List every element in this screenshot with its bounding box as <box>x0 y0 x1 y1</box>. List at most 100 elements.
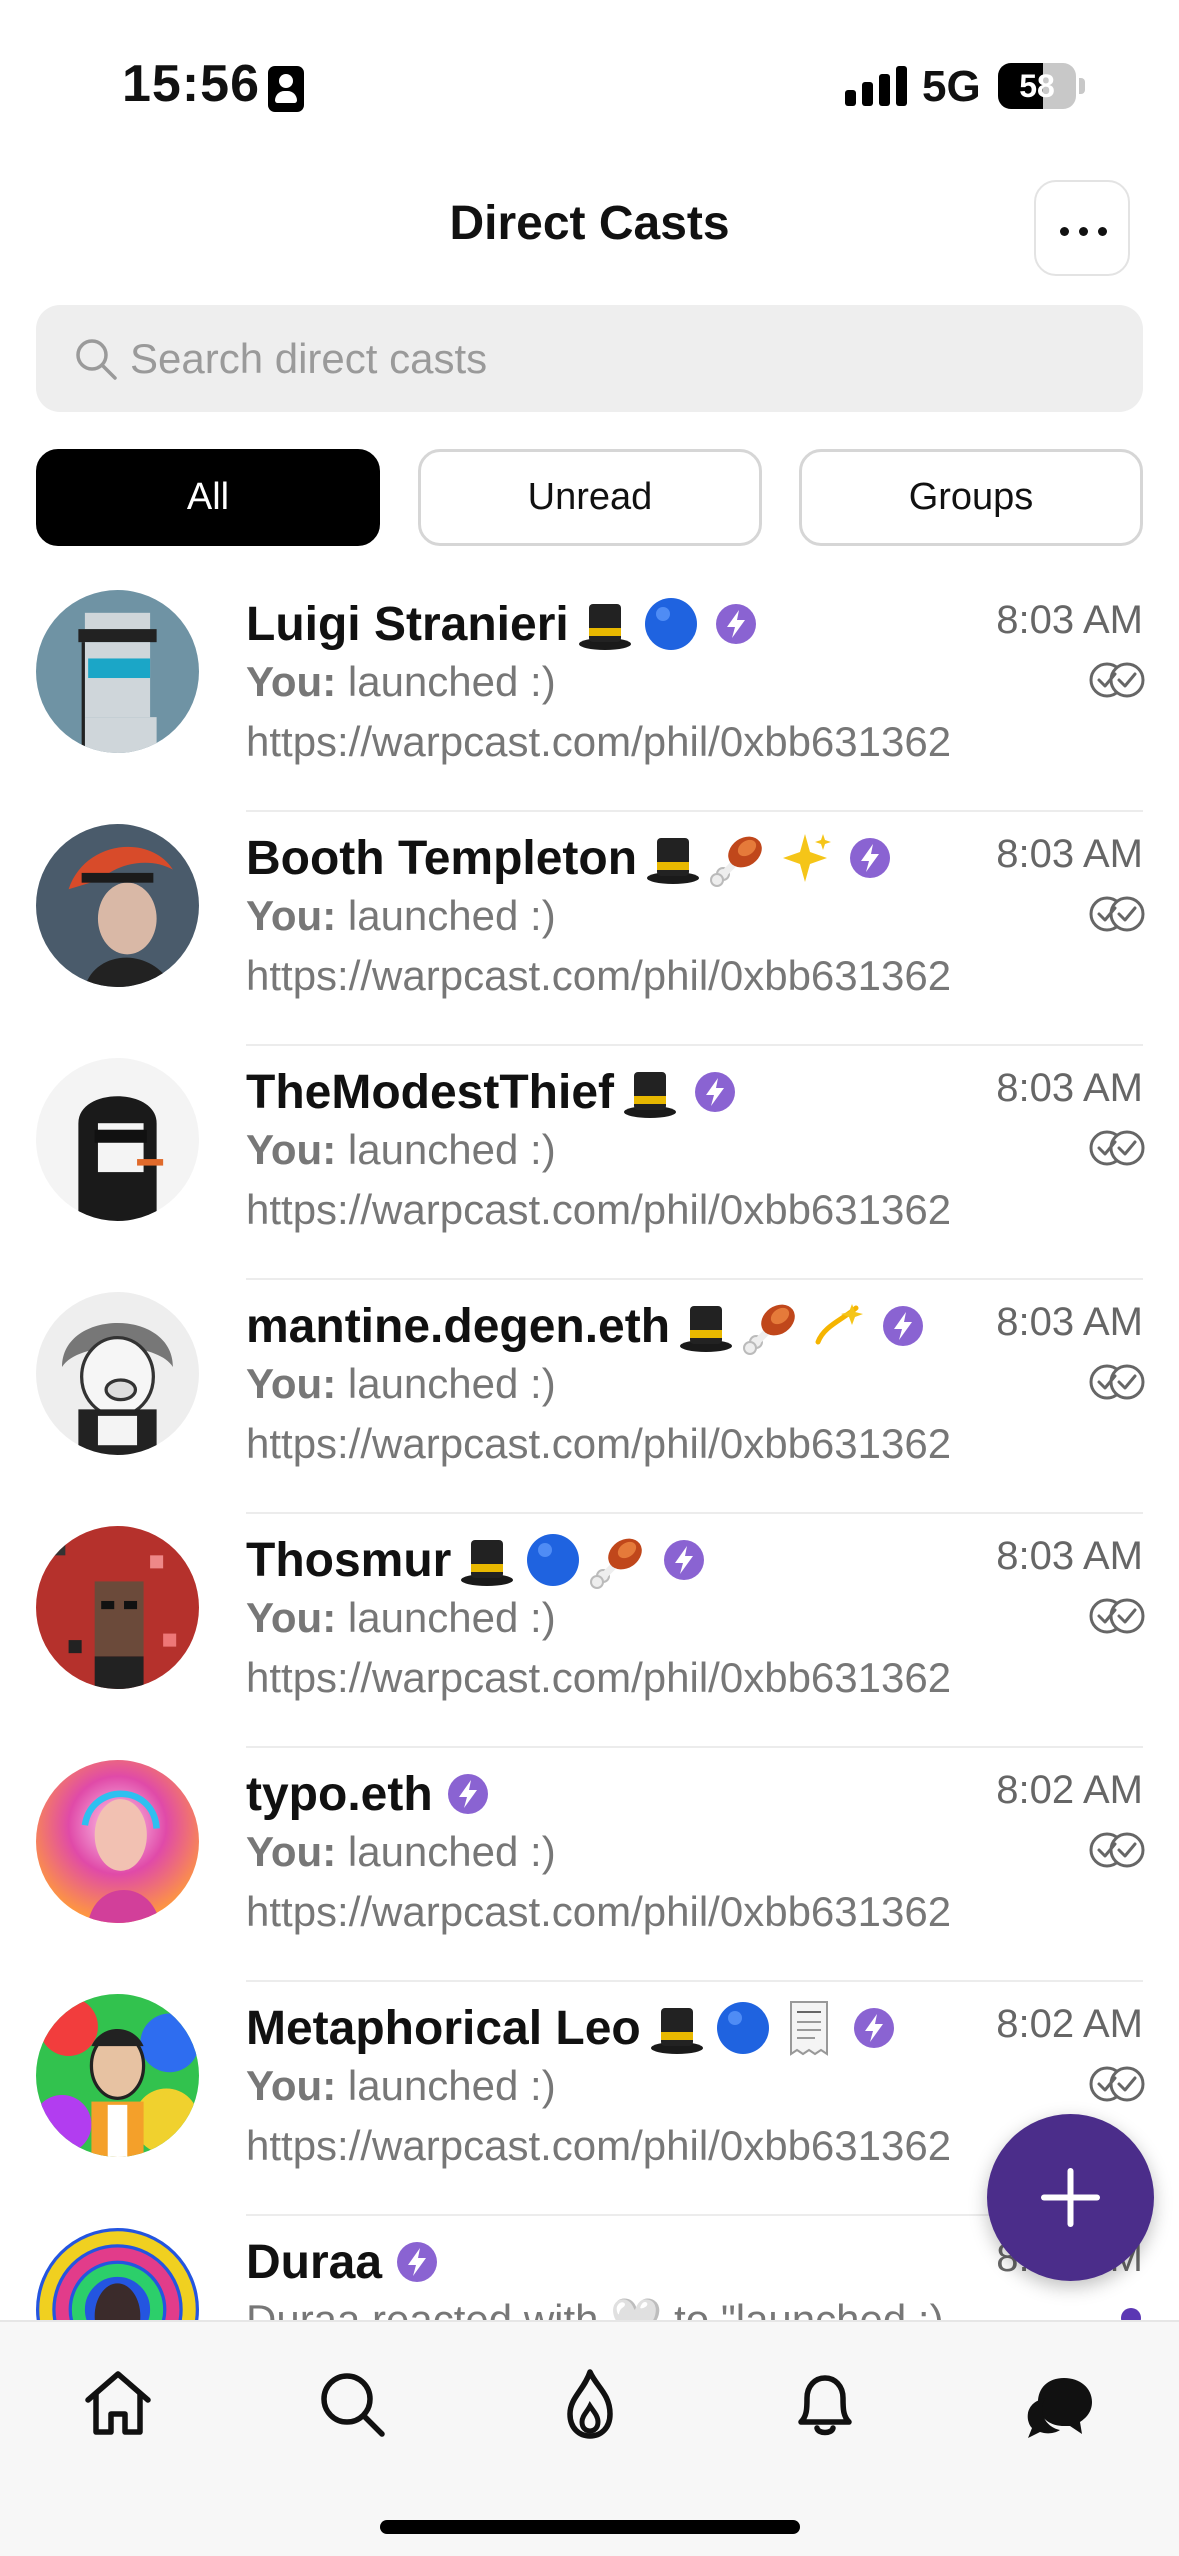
search-icon <box>321 2373 385 2437</box>
verified-badge-icon <box>447 1773 489 1815</box>
unread-dot-icon <box>1087 2298 1147 2320</box>
timestamp: 8:02 AM <box>996 2002 1143 2046</box>
message-text: launched :) <box>347 2062 556 2109</box>
battery-level: 58 <box>1019 68 1055 104</box>
plus-icon <box>1041 2168 1100 2227</box>
message-text: launched :) <box>347 1828 556 1875</box>
nav-trending[interactable] <box>550 2364 630 2444</box>
nav-home[interactable] <box>78 2364 158 2444</box>
contact-name: Metaphorical Leo <box>246 2001 641 2055</box>
conversation-row[interactable]: Booth Templeton 8:03 AM You: launched :)… <box>0 814 1179 1046</box>
timestamp: 8:03 AM <box>996 598 1143 642</box>
message-link: https://warpcast.com/phil/0xbb631362 <box>246 1420 952 1467</box>
name-line: mantine.degen.eth <box>246 1296 924 1356</box>
message-link: https://warpcast.com/phil/0xbb631362 <box>246 952 952 999</box>
message-text: launched :) <box>347 1126 556 1173</box>
conversation-list: Luigi Stranieri 8:03 AM You: launched :)… <box>0 580 1179 2320</box>
top-hat-icon <box>457 1530 517 1590</box>
ellipsis-icon <box>1098 227 1107 236</box>
contact-card-icon <box>268 66 304 112</box>
receipt-icon <box>779 1998 839 2058</box>
contact-name: typo.eth <box>246 1767 433 1821</box>
battery-icon: 58 <box>998 63 1076 109</box>
sender-label: You: <box>246 1594 337 1641</box>
nav-notifications[interactable] <box>785 2364 865 2444</box>
contact-name: mantine.degen.eth <box>246 1299 671 1353</box>
read-receipt-icon <box>1087 2064 1147 2104</box>
contact-name: Luigi Stranieri <box>246 597 569 651</box>
conversation-row[interactable]: TheModestThief 8:03 AM You: launched :) … <box>0 1048 1179 1280</box>
verified-badge-icon <box>853 2007 895 2049</box>
divider <box>246 1512 1143 1514</box>
avatar[interactable] <box>36 824 199 987</box>
top-hat-icon <box>620 1062 680 1122</box>
conversation-row[interactable]: mantine.degen.eth 8:03 AM You: launched … <box>0 1282 1179 1514</box>
home-icon <box>85 2371 151 2435</box>
avatar[interactable] <box>36 1760 199 1923</box>
tab-groups[interactable]: Groups <box>799 449 1143 546</box>
top-hat-icon <box>643 828 703 888</box>
meat-on-bone-icon <box>589 1530 649 1590</box>
message-link: https://warpcast.com/phil/0xbb631362 <box>246 1888 952 1935</box>
message-link: https://warpcast.com/phil/0xbb631362 <box>246 718 952 765</box>
search-bar[interactable] <box>36 305 1143 412</box>
verified-badge-icon <box>882 1305 924 1347</box>
avatar[interactable] <box>36 1994 199 2157</box>
message-text: launched :) <box>347 658 556 705</box>
dizzy-icon <box>808 1296 868 1356</box>
name-line: typo.eth <box>246 1764 489 1824</box>
message-text: launched :) <box>347 1360 556 1407</box>
battery-tip <box>1079 78 1085 94</box>
cellular-signal-icon <box>845 66 907 106</box>
read-receipt-icon <box>1087 660 1147 700</box>
name-line: Booth Templeton <box>246 828 891 888</box>
avatar[interactable] <box>36 1292 199 1455</box>
nav-direct-casts[interactable] <box>1020 2364 1100 2444</box>
tab-unread[interactable]: Unread <box>418 449 762 546</box>
contact-name: Thosmur <box>246 1533 452 1587</box>
blue-circle-icon <box>523 1530 583 1590</box>
more-options-button[interactable] <box>1034 180 1130 276</box>
bottom-nav <box>0 2320 1179 2556</box>
tab-all[interactable]: All <box>36 449 380 546</box>
meat-on-bone-icon <box>709 828 769 888</box>
avatar[interactable] <box>36 590 199 753</box>
timestamp: 8:03 AM <box>996 1066 1143 1110</box>
verified-badge-icon <box>849 837 891 879</box>
message-preview: You: launched :) <box>246 1828 556 1876</box>
read-receipt-icon <box>1087 1830 1147 1870</box>
new-cast-button[interactable] <box>987 2114 1154 2281</box>
read-receipt-icon <box>1087 1596 1147 1636</box>
contact-name: Booth Templeton <box>246 831 638 885</box>
divider <box>246 1746 1143 1748</box>
read-receipt-icon <box>1087 1362 1147 1402</box>
timestamp: 8:02 AM <box>996 1768 1143 1812</box>
conversation-row[interactable]: Thosmur 8:03 AM You: launched :) https:/… <box>0 1516 1179 1748</box>
timestamp: 8:03 AM <box>996 1534 1143 1578</box>
avatar[interactable] <box>36 1058 199 1221</box>
message-preview: You: launched :) <box>246 2062 556 2110</box>
read-receipt-icon <box>1087 1128 1147 1168</box>
message-text: Duraa reacted with 🤍 to "launched :) <box>246 2296 944 2320</box>
timestamp: 8:03 AM <box>996 832 1143 876</box>
conversation-row[interactable]: typo.eth 8:02 AM You: launched :) https:… <box>0 1750 1179 1982</box>
verified-badge-icon <box>694 1071 736 1113</box>
avatar[interactable] <box>36 2228 199 2320</box>
avatar[interactable] <box>36 1526 199 1689</box>
verified-badge-icon <box>715 603 757 645</box>
search-input[interactable] <box>130 305 1120 412</box>
nav-search[interactable] <box>312 2364 392 2444</box>
message-link: https://warpcast.com/phil/0xbb631362 <box>246 2122 952 2169</box>
contact-name: Duraa <box>246 2235 383 2289</box>
message-link: https://warpcast.com/phil/0xbb631362 <box>246 1186 952 1233</box>
chat-icon <box>1027 2378 1092 2438</box>
conversation-row[interactable]: Luigi Stranieri 8:03 AM You: launched :)… <box>0 580 1179 812</box>
network-type: 5G <box>922 62 981 111</box>
sender-label: You: <box>246 1828 337 1875</box>
top-hat-icon <box>676 1296 736 1356</box>
contact-name: TheModestThief <box>246 1065 614 1119</box>
name-line: Duraa <box>246 2232 438 2292</box>
sender-label: You: <box>246 892 337 939</box>
divider <box>246 1980 1143 1982</box>
message-preview: Duraa reacted with 🤍 to "launched :) <box>246 2296 944 2320</box>
